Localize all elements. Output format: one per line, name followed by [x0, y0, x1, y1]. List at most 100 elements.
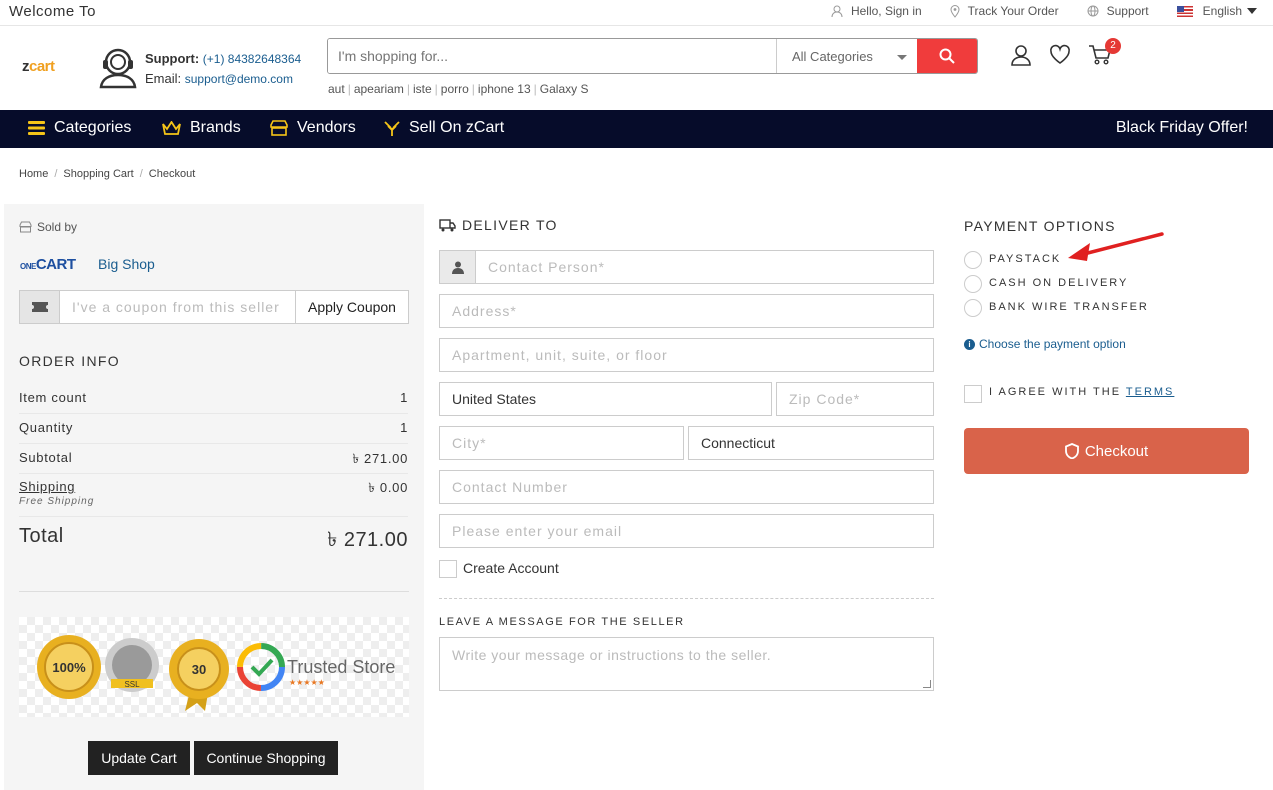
- satisfaction-badge-icon: 100%: [37, 635, 101, 699]
- state-select[interactable]: Connecticut: [688, 426, 934, 460]
- svg-text:30: 30: [192, 662, 206, 677]
- search-input[interactable]: [328, 39, 776, 73]
- shop-logo[interactable]: ONECART: [20, 256, 76, 273]
- item-count-label: Item count: [19, 390, 87, 405]
- subtotal-row: Subtotal ৳ 271.00: [19, 450, 408, 474]
- search-bar: All Categories: [327, 38, 978, 74]
- nav-categories[interactable]: Categories: [28, 119, 131, 137]
- logo-prefix: z: [22, 58, 30, 75]
- support-phone[interactable]: (+1) 84382648364: [203, 52, 301, 66]
- category-select[interactable]: All Categories: [776, 39, 917, 73]
- search-tag[interactable]: Galaxy S: [540, 82, 589, 96]
- search-icon: [939, 48, 955, 64]
- continue-shopping-button[interactable]: Continue Shopping: [194, 741, 338, 775]
- account-button[interactable]: [1010, 44, 1032, 69]
- resize-handle[interactable]: [923, 680, 931, 688]
- support-label: Support: [1106, 4, 1149, 18]
- google-trusted-store-icon: [237, 643, 285, 691]
- shipping-label[interactable]: Shipping: [19, 479, 75, 494]
- shipping-value: ৳ 0.00: [368, 480, 408, 495]
- support-contact: Support: (+1) 84382648364 Email: support…: [145, 49, 301, 89]
- nav-brands[interactable]: Brands: [162, 119, 241, 137]
- email-label: Email:: [145, 71, 182, 86]
- quantity-row: Quantity 1: [19, 420, 408, 444]
- bank-wire-radio[interactable]: [964, 299, 982, 317]
- black-friday-offer[interactable]: Black Friday Offer!: [1116, 119, 1248, 137]
- category-select-value: All Categories: [792, 48, 873, 64]
- search-tag[interactable]: apeariam: [354, 82, 404, 96]
- zcart-logo[interactable]: zcart: [22, 58, 55, 75]
- paystack-label[interactable]: PAYSTACK: [989, 253, 1061, 265]
- support-label-bold: Support:: [145, 51, 200, 66]
- support-email[interactable]: support@demo.com: [185, 72, 293, 86]
- coupon-input[interactable]: I've a coupon from this seller: [60, 291, 295, 323]
- paystack-radio[interactable]: [964, 251, 982, 269]
- top-links: Hello, Sign in Track Your Order Support …: [803, 4, 1257, 18]
- user-icon: [831, 5, 843, 17]
- zip-code-field[interactable]: Zip Code*: [776, 382, 934, 416]
- language-selector[interactable]: English: [1176, 4, 1257, 18]
- item-count-row: Item count 1: [19, 390, 408, 414]
- agree-prefix: I AGREE WITH THE: [989, 386, 1122, 398]
- sold-by: Sold by: [19, 220, 77, 234]
- sign-in-label: Hello, Sign in: [850, 4, 922, 18]
- agree-terms-checkbox[interactable]: [964, 385, 982, 403]
- nav-vendors[interactable]: Vendors: [270, 119, 356, 137]
- email-field[interactable]: Please enter your email: [439, 514, 934, 548]
- nav-sell[interactable]: Sell On zCart: [384, 119, 504, 137]
- checkout-button[interactable]: Checkout: [964, 428, 1249, 474]
- create-account-checkbox[interactable]: [439, 560, 457, 578]
- headset-icon: [99, 48, 137, 89]
- apply-coupon-button[interactable]: Apply Coupon: [295, 291, 408, 323]
- svg-text:SSL: SSL: [124, 680, 140, 689]
- shipping-row: Shipping ৳ 0.00 Free Shipping: [19, 479, 408, 517]
- shop-name-link[interactable]: Big Shop: [98, 256, 155, 272]
- search-tags: aut | apeariam | iste | porro | iphone 13 | Galaxy…: [328, 82, 589, 96]
- crown-icon: [162, 120, 181, 135]
- trust-badges: 100% SSL 30 Trusted Store ★★★★★: [19, 617, 409, 717]
- sign-in-link[interactable]: Hello, Sign in: [831, 4, 922, 18]
- breadcrumb-cart[interactable]: Shopping Cart: [63, 168, 133, 180]
- bank-wire-label[interactable]: BANK WIRE TRANSFER: [989, 301, 1149, 313]
- support-link[interactable]: Support: [1087, 4, 1149, 18]
- subtotal-value: ৳ 271.00: [352, 451, 408, 466]
- cart-button[interactable]: 2: [1088, 38, 1121, 69]
- nav-sell-label: Sell On zCart: [409, 119, 505, 136]
- wishlist-button[interactable]: [1049, 44, 1071, 69]
- cash-on-delivery-radio[interactable]: [964, 275, 982, 293]
- checkout-label: Checkout: [1084, 442, 1149, 460]
- create-account-label[interactable]: Create Account: [463, 560, 559, 576]
- update-cart-button[interactable]: Update Cart: [88, 741, 190, 775]
- handshake-icon: [384, 120, 400, 136]
- cash-on-delivery-label[interactable]: CASH ON DELIVERY: [989, 277, 1128, 289]
- seller-message-textarea[interactable]: Write your message or instructions to th…: [439, 637, 934, 691]
- search-tag[interactable]: aut: [328, 82, 345, 96]
- payment-hint-label: Choose the payment option: [979, 337, 1126, 351]
- contact-person-field[interactable]: Contact Person*: [439, 250, 934, 284]
- nav-categories-label: Categories: [54, 119, 132, 136]
- apartment-field[interactable]: Apartment, unit, suite, or floor: [439, 338, 934, 372]
- order-info-title: ORDER INFO: [19, 353, 120, 369]
- header-icons: 2: [1010, 38, 1129, 69]
- rating-stars-icon: ★★★★★: [289, 678, 325, 687]
- shipping-note: Free Shipping: [19, 496, 95, 507]
- terms-link[interactable]: TERMS: [1126, 386, 1175, 398]
- breadcrumb-home[interactable]: Home: [19, 168, 48, 180]
- address-field[interactable]: Address*: [439, 294, 934, 328]
- payment-hint: i Choose the payment option: [964, 337, 1126, 351]
- search-tag[interactable]: iste: [413, 82, 432, 96]
- breadcrumb-checkout: Checkout: [148, 168, 196, 180]
- city-field[interactable]: City*: [439, 426, 684, 460]
- search-tag[interactable]: porro: [441, 82, 469, 96]
- sold-by-label: Sold by: [37, 220, 78, 234]
- country-select[interactable]: United States: [439, 382, 772, 416]
- top-bar: Welcome To Hello, Sign in Track Your Ord…: [0, 0, 1273, 26]
- contact-number-field[interactable]: Contact Number: [439, 470, 934, 504]
- total-label: Total: [19, 525, 64, 547]
- seller-message-placeholder: Write your message or instructions to th…: [452, 647, 772, 663]
- track-order-link[interactable]: Track Your Order: [950, 4, 1059, 18]
- search-button[interactable]: [917, 39, 977, 73]
- quantity-value: 1: [400, 420, 408, 435]
- welcome-text: Welcome To: [9, 3, 96, 20]
- search-tag[interactable]: iphone 13: [478, 82, 531, 96]
